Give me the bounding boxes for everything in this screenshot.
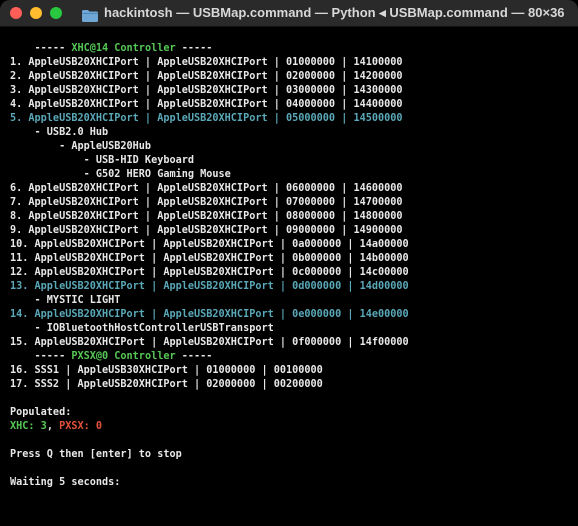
terminal-text: XHC: 3 xyxy=(10,421,47,432)
terminal-text: 17. SSS2 | AppleUSB20XHCIPort | 02000000… xyxy=(10,379,323,390)
terminal-text: Waiting 5 seconds: xyxy=(10,477,121,488)
terminal-text: 3. AppleUSB20XHCIPort | AppleUSB20XHCIPo… xyxy=(10,85,403,96)
terminal-line: 7. AppleUSB20XHCIPort | AppleUSB20XHCIPo… xyxy=(10,196,578,210)
terminal-line: 12. AppleUSB20XHCIPort | AppleUSB20XHCIP… xyxy=(10,266,578,280)
terminal-line: 15. AppleUSB20XHCIPort | AppleUSB20XHCIP… xyxy=(10,336,578,350)
terminal-text: 7. AppleUSB20XHCIPort | AppleUSB20XHCIPo… xyxy=(10,197,403,208)
terminal-line: XHC: 3, PXSX: 0 xyxy=(10,420,578,434)
terminal-line: 2. AppleUSB20XHCIPort | AppleUSB20XHCIPo… xyxy=(10,70,578,84)
terminal-text: - G502 HERO Gaming Mouse xyxy=(10,169,231,180)
terminal-window: hackintosh — USBMap.command — Python ◂ U… xyxy=(0,0,578,526)
terminal-text: 14. AppleUSB20XHCIPort | AppleUSB20XHCIP… xyxy=(10,309,409,320)
terminal-line: - IOBluetoothHostControllerUSBTransport xyxy=(10,322,578,336)
terminal-text: Press Q then [enter] to stop xyxy=(10,449,182,460)
folder-icon xyxy=(82,7,98,22)
terminal-line: - G502 HERO Gaming Mouse xyxy=(10,168,578,182)
terminal-text: 6. AppleUSB20XHCIPort | AppleUSB20XHCIPo… xyxy=(10,183,403,194)
terminal-line: 16. SSS1 | AppleUSB30XHCIPort | 01000000… xyxy=(10,364,578,378)
terminal-line: 13. AppleUSB20XHCIPort | AppleUSB20XHCIP… xyxy=(10,280,578,294)
terminal-text: 5. AppleUSB20XHCIPort | AppleUSB20XHCIPo… xyxy=(10,113,403,124)
window-title: hackintosh — USBMap.command — Python ◂ U… xyxy=(104,5,565,20)
terminal-text: , xyxy=(46,421,60,432)
terminal-line: 10. AppleUSB20XHCIPort | AppleUSB20XHCIP… xyxy=(10,238,578,252)
title-bar[interactable]: hackintosh — USBMap.command — Python ◂ U… xyxy=(0,0,578,27)
terminal-text: 1. AppleUSB20XHCIPort | AppleUSB20XHCIPo… xyxy=(10,57,403,68)
terminal-line: - AppleUSB20Hub xyxy=(10,140,578,154)
terminal-line: 17. SSS2 | AppleUSB20XHCIPort | 02000000… xyxy=(10,378,578,392)
terminal-line: Populated: xyxy=(10,406,578,420)
terminal-text: ----- xyxy=(10,43,72,54)
terminal-text: 15. AppleUSB20XHCIPort | AppleUSB20XHCIP… xyxy=(10,337,409,348)
minimize-button[interactable] xyxy=(30,7,42,19)
terminal-text: 16. SSS1 | AppleUSB30XHCIPort | 01000000… xyxy=(10,365,323,376)
terminal-output[interactable]: ----- XHC@14 Controller ----- 1. AppleUSB… xyxy=(10,42,578,490)
terminal-text: - USB2.0 Hub xyxy=(10,127,109,138)
terminal-text: 9. AppleUSB20XHCIPort | AppleUSB20XHCIPo… xyxy=(10,225,403,236)
terminal-text: 8. AppleUSB20XHCIPort | AppleUSB20XHCIPo… xyxy=(10,211,403,222)
terminal-text: - MYSTIC LIGHT xyxy=(10,295,121,306)
terminal-text: XHC@14 Controller xyxy=(71,43,176,54)
window-controls xyxy=(10,7,62,19)
terminal-line: - MYSTIC LIGHT xyxy=(10,294,578,308)
terminal-line: 14. AppleUSB20XHCIPort | AppleUSB20XHCIP… xyxy=(10,308,578,322)
zoom-button[interactable] xyxy=(50,7,62,19)
terminal-text: ----- xyxy=(175,351,213,362)
terminal-line: Press Q then [enter] to stop xyxy=(10,448,578,462)
terminal-line: - USB-HID Keyboard xyxy=(10,154,578,168)
terminal-line: 9. AppleUSB20XHCIPort | AppleUSB20XHCIPo… xyxy=(10,224,578,238)
terminal-text: 11. AppleUSB20XHCIPort | AppleUSB20XHCIP… xyxy=(10,253,409,264)
terminal-text: PXSX: 0 xyxy=(59,421,103,432)
terminal-text: - IOBluetoothHostControllerUSBTransport xyxy=(10,323,274,334)
terminal-text: 2. AppleUSB20XHCIPort | AppleUSB20XHCIPo… xyxy=(10,71,403,82)
terminal-line: 11. AppleUSB20XHCIPort | AppleUSB20XHCIP… xyxy=(10,252,578,266)
terminal-text: ----- xyxy=(175,43,213,54)
terminal-text: - USB-HID Keyboard xyxy=(10,155,195,166)
terminal-line: - USB2.0 Hub xyxy=(10,126,578,140)
terminal-line: Waiting 5 seconds: xyxy=(10,476,578,490)
terminal-text: 10. AppleUSB20XHCIPort | AppleUSB20XHCIP… xyxy=(10,239,409,250)
terminal-line: ----- XHC@14 Controller ----- xyxy=(10,42,578,56)
terminal-line: 1. AppleUSB20XHCIPort | AppleUSB20XHCIPo… xyxy=(10,56,578,70)
terminal-text: ----- xyxy=(10,351,72,362)
terminal-text: 12. AppleUSB20XHCIPort | AppleUSB20XHCIP… xyxy=(10,267,409,278)
terminal-line: ----- PXSX@0 Controller ----- xyxy=(10,350,578,364)
terminal-line: 8. AppleUSB20XHCIPort | AppleUSB20XHCIPo… xyxy=(10,210,578,224)
terminal-line: 6. AppleUSB20XHCIPort | AppleUSB20XHCIPo… xyxy=(10,182,578,196)
terminal-text: 4. AppleUSB20XHCIPort | AppleUSB20XHCIPo… xyxy=(10,99,403,110)
terminal-text: PXSX@0 Controller xyxy=(71,351,176,362)
terminal-line: 3. AppleUSB20XHCIPort | AppleUSB20XHCIPo… xyxy=(10,84,578,98)
close-button[interactable] xyxy=(10,7,22,19)
terminal-text: Populated: xyxy=(10,407,72,418)
terminal-text: - AppleUSB20Hub xyxy=(10,141,152,152)
terminal-line: 5. AppleUSB20XHCIPort | AppleUSB20XHCIPo… xyxy=(10,112,578,126)
terminal-line: 4. AppleUSB20XHCIPort | AppleUSB20XHCIPo… xyxy=(10,98,578,112)
terminal-text: 13. AppleUSB20XHCIPort | AppleUSB20XHCIP… xyxy=(10,281,409,292)
